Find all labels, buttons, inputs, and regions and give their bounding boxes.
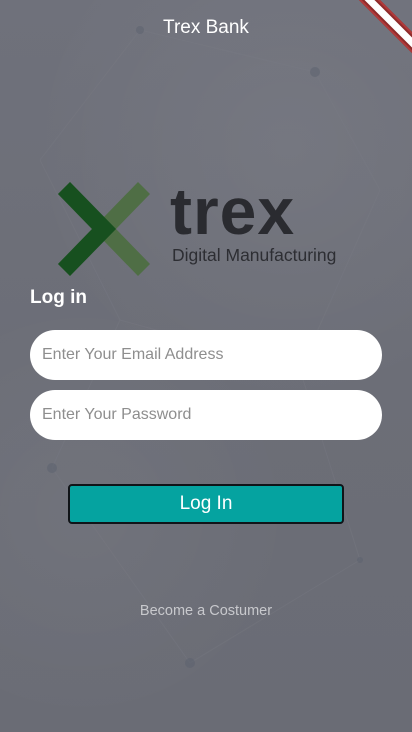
login-button[interactable]: Log In	[68, 484, 344, 524]
password-field[interactable]	[30, 390, 382, 440]
trex-x-mark-icon	[58, 182, 150, 276]
login-screen: Trex Bank trex Digital Manufacturing Log…	[0, 0, 412, 732]
become-customer-link[interactable]: Become a Costumer	[0, 602, 412, 620]
login-heading: Log in	[30, 287, 87, 308]
debug-banner	[352, 0, 412, 60]
password-input[interactable]	[42, 406, 370, 424]
email-input[interactable]	[42, 346, 370, 364]
app-title: Trex Bank	[163, 17, 249, 38]
logo-wordmark: trex	[170, 174, 296, 248]
email-field[interactable]	[30, 330, 382, 380]
logo-tagline: Digital Manufacturing	[172, 245, 337, 265]
trex-logo: trex Digital Manufacturing	[52, 172, 372, 284]
